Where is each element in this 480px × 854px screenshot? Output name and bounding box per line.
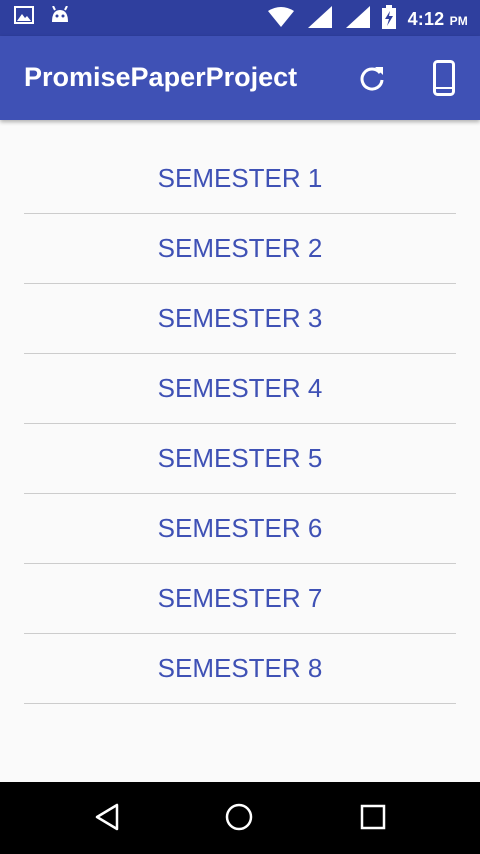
signal-icon [344, 6, 370, 33]
list-item-label: SEMESTER 7 [157, 583, 323, 613]
status-time: 4:12 PM [407, 9, 468, 29]
status-bar: 4:12 PM [0, 0, 480, 36]
phone-button[interactable] [424, 58, 464, 102]
list-item[interactable]: SEMESTER 6 [24, 494, 456, 564]
home-button[interactable] [222, 802, 256, 836]
list-item-label: SEMESTER 3 [157, 303, 323, 333]
home-icon [224, 802, 254, 837]
wifi-icon [267, 7, 294, 32]
refresh-icon [358, 64, 386, 97]
app-title: PromisePaperProject [24, 62, 298, 92]
phone-icon [433, 59, 455, 101]
list-item-label: SEMESTER 6 [157, 513, 323, 543]
refresh-button[interactable] [352, 60, 392, 100]
list-item-label: SEMESTER 1 [157, 163, 323, 193]
image-icon [14, 6, 34, 29]
signal-icon [306, 6, 332, 33]
list-item-label: SEMESTER 2 [157, 233, 323, 263]
list-item[interactable]: SEMESTER 4 [24, 354, 456, 424]
android-icon [50, 5, 70, 29]
list-item-label: SEMESTER 8 [157, 653, 323, 683]
list-item[interactable]: SEMESTER 3 [24, 284, 456, 354]
battery-charging-icon [381, 5, 396, 34]
list-item[interactable]: SEMESTER 5 [24, 424, 456, 494]
list-item[interactable]: SEMESTER 2 [24, 214, 456, 284]
app-bar: PromisePaperProject [0, 36, 480, 120]
back-button[interactable] [90, 802, 124, 836]
list-item[interactable]: SEMESTER 8 [24, 634, 456, 704]
list-item-label: SEMESTER 5 [157, 443, 323, 473]
back-icon [93, 802, 121, 837]
semester-list: SEMESTER 1 SEMESTER 2 SEMESTER 3 SEMESTE… [24, 144, 456, 704]
list-item[interactable]: SEMESTER 7 [24, 564, 456, 634]
nav-bar [0, 782, 480, 854]
list-item-label: SEMESTER 4 [157, 373, 323, 403]
recents-icon [360, 804, 386, 835]
recents-button[interactable] [356, 802, 390, 836]
list-item[interactable]: SEMESTER 1 [24, 144, 456, 214]
